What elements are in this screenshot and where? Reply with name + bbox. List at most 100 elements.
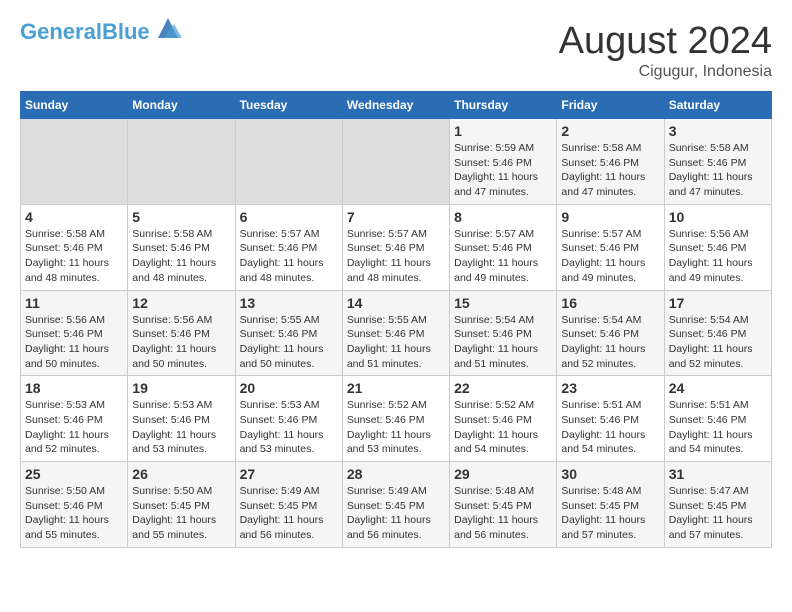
day-info: Sunrise: 5:58 AMSunset: 5:46 PMDaylight:… (132, 227, 230, 286)
logo-text: GeneralBlue (20, 20, 150, 44)
calendar-cell: 29 Sunrise: 5:48 AMSunset: 5:45 PMDayligh… (450, 462, 557, 548)
day-number: 20 (240, 380, 338, 396)
logo-icon (154, 14, 182, 42)
day-number: 3 (669, 123, 767, 139)
logo-line1: General (20, 19, 102, 44)
day-info: Sunrise: 5:58 AMSunset: 5:46 PMDaylight:… (669, 141, 767, 200)
weekday-header-wednesday: Wednesday (342, 92, 449, 119)
day-number: 8 (454, 209, 552, 225)
day-info: Sunrise: 5:50 AMSunset: 5:45 PMDaylight:… (132, 484, 230, 543)
day-info: Sunrise: 5:51 AMSunset: 5:46 PMDaylight:… (561, 398, 659, 457)
calendar-week-row: 11 Sunrise: 5:56 AMSunset: 5:46 PMDayligh… (21, 290, 772, 376)
calendar-cell: 10 Sunrise: 5:56 AMSunset: 5:46 PMDayligh… (664, 204, 771, 290)
day-number: 19 (132, 380, 230, 396)
calendar-cell: 5 Sunrise: 5:58 AMSunset: 5:46 PMDaylight… (128, 204, 235, 290)
day-number: 7 (347, 209, 445, 225)
day-info: Sunrise: 5:51 AMSunset: 5:46 PMDaylight:… (669, 398, 767, 457)
calendar-cell: 3 Sunrise: 5:58 AMSunset: 5:46 PMDaylight… (664, 119, 771, 205)
calendar-cell: 11 Sunrise: 5:56 AMSunset: 5:46 PMDayligh… (21, 290, 128, 376)
calendar-cell: 20 Sunrise: 5:53 AMSunset: 5:46 PMDayligh… (235, 376, 342, 462)
calendar-cell: 1 Sunrise: 5:59 AMSunset: 5:46 PMDaylight… (450, 119, 557, 205)
calendar-cell: 26Sunrise: 5:50 AMSunset: 5:45 PMDayligh… (128, 462, 235, 548)
day-info: Sunrise: 5:59 AMSunset: 5:46 PMDaylight:… (454, 141, 552, 200)
day-number: 17 (669, 295, 767, 311)
weekday-header-monday: Monday (128, 92, 235, 119)
calendar-cell: 16Sunrise: 5:54 AMSunset: 5:46 PMDayligh… (557, 290, 664, 376)
calendar-week-row: 25Sunrise: 5:50 AMSunset: 5:46 PMDayligh… (21, 462, 772, 548)
day-number: 16 (561, 295, 659, 311)
day-info: Sunrise: 5:56 AMSunset: 5:46 PMDaylight:… (132, 313, 230, 372)
calendar-week-row: 18Sunrise: 5:53 AMSunset: 5:46 PMDayligh… (21, 376, 772, 462)
day-number: 14 (347, 295, 445, 311)
day-number: 25 (25, 466, 123, 482)
weekday-header-thursday: Thursday (450, 92, 557, 119)
calendar-week-row: 4 Sunrise: 5:58 AMSunset: 5:46 PMDaylight… (21, 204, 772, 290)
day-number: 13 (240, 295, 338, 311)
day-number: 24 (669, 380, 767, 396)
calendar-cell (21, 119, 128, 205)
day-number: 5 (132, 209, 230, 225)
day-info: Sunrise: 5:48 AMSunset: 5:45 PMDaylight:… (561, 484, 659, 543)
day-number: 1 (454, 123, 552, 139)
day-number: 15 (454, 295, 552, 311)
day-info: Sunrise: 5:57 AMSunset: 5:46 PMDaylight:… (561, 227, 659, 286)
calendar-cell: 24 Sunrise: 5:51 AMSunset: 5:46 PMDayligh… (664, 376, 771, 462)
day-info: Sunrise: 5:55 AMSunset: 5:46 PMDaylight:… (347, 313, 445, 372)
calendar-cell: 17 Sunrise: 5:54 AMSunset: 5:46 PMDayligh… (664, 290, 771, 376)
day-info: Sunrise: 5:54 AMSunset: 5:46 PMDaylight:… (669, 313, 767, 372)
day-info: Sunrise: 5:48 AMSunset: 5:45 PMDaylight:… (454, 484, 552, 543)
calendar-cell: 4 Sunrise: 5:58 AMSunset: 5:46 PMDaylight… (21, 204, 128, 290)
day-number: 29 (454, 466, 552, 482)
calendar-cell: 25Sunrise: 5:50 AMSunset: 5:46 PMDayligh… (21, 462, 128, 548)
day-number: 9 (561, 209, 659, 225)
day-info: Sunrise: 5:53 AMSunset: 5:46 PMDaylight:… (240, 398, 338, 457)
day-info: Sunrise: 5:55 AMSunset: 5:46 PMDaylight:… (240, 313, 338, 372)
calendar-cell (235, 119, 342, 205)
day-info: Sunrise: 5:57 AMSunset: 5:46 PMDaylight:… (454, 227, 552, 286)
calendar-cell: 18Sunrise: 5:53 AMSunset: 5:46 PMDayligh… (21, 376, 128, 462)
day-number: 10 (669, 209, 767, 225)
day-number: 2 (561, 123, 659, 139)
weekday-header-friday: Friday (557, 92, 664, 119)
logo-line2: Blue (102, 19, 150, 44)
day-number: 30 (561, 466, 659, 482)
calendar-cell: 31Sunrise: 5:47 AMSunset: 5:45 PMDayligh… (664, 462, 771, 548)
day-number: 27 (240, 466, 338, 482)
title-block: August 2024 Cigugur, Indonesia (559, 20, 772, 81)
calendar-cell: 8 Sunrise: 5:57 AMSunset: 5:46 PMDaylight… (450, 204, 557, 290)
calendar-cell: 23Sunrise: 5:51 AMSunset: 5:46 PMDayligh… (557, 376, 664, 462)
day-info: Sunrise: 5:56 AMSunset: 5:46 PMDaylight:… (669, 227, 767, 286)
day-number: 11 (25, 295, 123, 311)
calendar-cell: 27 Sunrise: 5:49 AMSunset: 5:45 PMDayligh… (235, 462, 342, 548)
calendar-cell (342, 119, 449, 205)
day-info: Sunrise: 5:53 AMSunset: 5:46 PMDaylight:… (25, 398, 123, 457)
calendar-cell: 15Sunrise: 5:54 AMSunset: 5:46 PMDayligh… (450, 290, 557, 376)
calendar-table: SundayMondayTuesdayWednesdayThursdayFrid… (20, 91, 772, 548)
day-number: 4 (25, 209, 123, 225)
calendar-cell: 14 Sunrise: 5:55 AMSunset: 5:46 PMDayligh… (342, 290, 449, 376)
day-number: 12 (132, 295, 230, 311)
day-info: Sunrise: 5:49 AMSunset: 5:45 PMDaylight:… (240, 484, 338, 543)
day-number: 22 (454, 380, 552, 396)
calendar-cell: 12 Sunrise: 5:56 AMSunset: 5:46 PMDayligh… (128, 290, 235, 376)
page-header: GeneralBlue August 2024 Cigugur, Indones… (20, 20, 772, 81)
location-subtitle: Cigugur, Indonesia (559, 63, 772, 81)
weekday-header-row: SundayMondayTuesdayWednesdayThursdayFrid… (21, 92, 772, 119)
day-info: Sunrise: 5:56 AMSunset: 5:46 PMDaylight:… (25, 313, 123, 372)
day-info: Sunrise: 5:57 AMSunset: 5:46 PMDaylight:… (347, 227, 445, 286)
calendar-cell (128, 119, 235, 205)
day-info: Sunrise: 5:57 AMSunset: 5:46 PMDaylight:… (240, 227, 338, 286)
day-number: 31 (669, 466, 767, 482)
day-info: Sunrise: 5:58 AMSunset: 5:46 PMDaylight:… (25, 227, 123, 286)
calendar-cell: 22 Sunrise: 5:52 AMSunset: 5:46 PMDayligh… (450, 376, 557, 462)
calendar-cell: 6 Sunrise: 5:57 AMSunset: 5:46 PMDaylight… (235, 204, 342, 290)
day-number: 6 (240, 209, 338, 225)
day-info: Sunrise: 5:53 AMSunset: 5:46 PMDaylight:… (132, 398, 230, 457)
calendar-cell: 19 Sunrise: 5:53 AMSunset: 5:46 PMDayligh… (128, 376, 235, 462)
weekday-header-sunday: Sunday (21, 92, 128, 119)
day-info: Sunrise: 5:52 AMSunset: 5:46 PMDaylight:… (454, 398, 552, 457)
calendar-cell: 21Sunrise: 5:52 AMSunset: 5:46 PMDayligh… (342, 376, 449, 462)
calendar-cell: 30 Sunrise: 5:48 AMSunset: 5:45 PMDayligh… (557, 462, 664, 548)
calendar-cell: 7 Sunrise: 5:57 AMSunset: 5:46 PMDaylight… (342, 204, 449, 290)
day-number: 21 (347, 380, 445, 396)
